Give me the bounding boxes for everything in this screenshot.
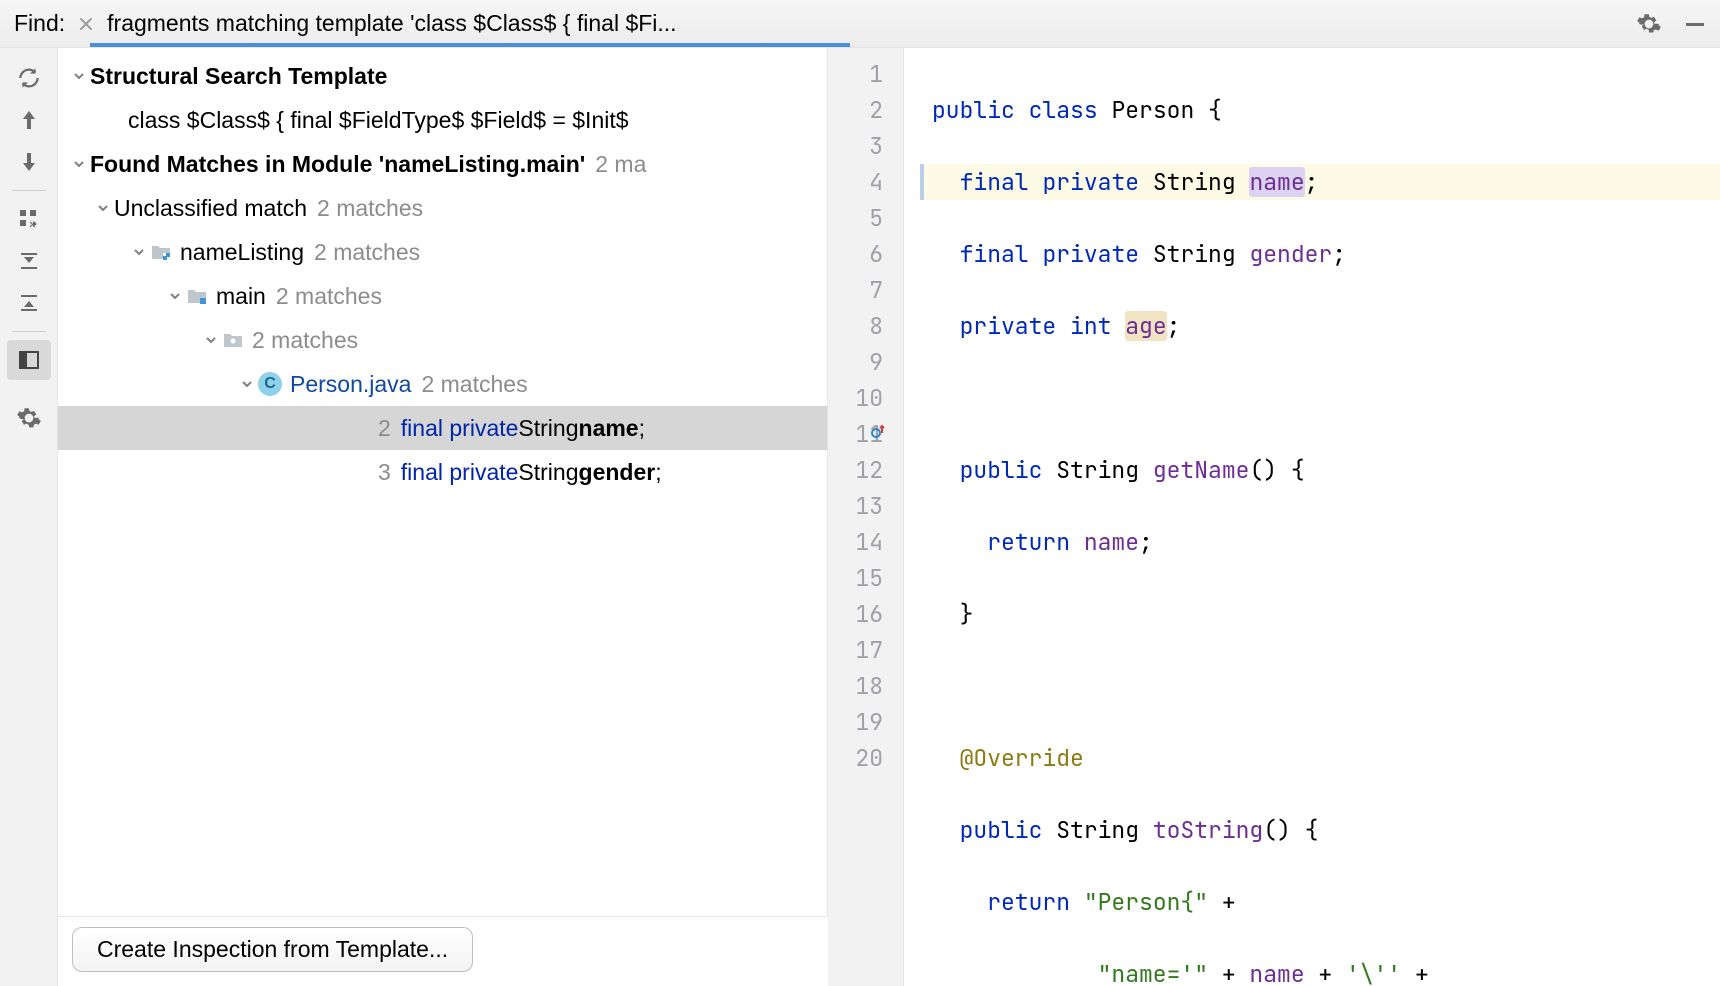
gutter-line[interactable]: 3 bbox=[836, 128, 883, 164]
gutter-line[interactable]: 6 bbox=[836, 236, 883, 272]
find-underline bbox=[90, 43, 850, 47]
match-keyword: final private bbox=[401, 459, 519, 486]
gear-icon[interactable] bbox=[1636, 11, 1662, 37]
match-keyword: final private bbox=[401, 415, 519, 442]
toolbar-separator bbox=[12, 190, 46, 191]
module-main-count: 2 matches bbox=[276, 283, 382, 310]
gutter-line[interactable]: 10 bbox=[836, 380, 883, 416]
found-header-label: Found Matches in Module 'nameListing.mai… bbox=[90, 151, 585, 178]
prev-match-button[interactable] bbox=[7, 100, 51, 140]
source-folder-icon bbox=[186, 285, 208, 307]
gutter-line[interactable]: 17 bbox=[836, 632, 883, 668]
group-by-button[interactable] bbox=[7, 199, 51, 239]
gutter-line[interactable]: 7 bbox=[836, 272, 883, 308]
chevron-down-icon[interactable] bbox=[200, 333, 222, 347]
gutter-line[interactable]: 2 bbox=[836, 92, 883, 128]
gutter-line[interactable]: 8 bbox=[836, 308, 883, 344]
package-row[interactable]: 2 matches bbox=[58, 318, 827, 362]
gutter-line[interactable]: 12 bbox=[836, 452, 883, 488]
template-body-text: class $Class$ { final $FieldType$ $Field… bbox=[128, 107, 629, 134]
match-mid: String bbox=[518, 459, 578, 486]
module-namelisting-label: nameListing bbox=[180, 239, 304, 266]
chevron-down-icon[interactable] bbox=[128, 245, 150, 259]
chevron-down-icon[interactable] bbox=[236, 377, 258, 391]
file-person-row[interactable]: C Person.java 2 matches bbox=[58, 362, 827, 406]
chevron-down-icon[interactable] bbox=[68, 157, 90, 171]
gutter-line[interactable]: 5 bbox=[836, 200, 883, 236]
match-lineno: 2 bbox=[378, 415, 391, 442]
gutter-line[interactable]: 4 bbox=[836, 164, 883, 200]
found-header-row[interactable]: Found Matches in Module 'nameListing.mai… bbox=[58, 142, 827, 186]
gutter-line[interactable]: 19 bbox=[836, 704, 883, 740]
unclassified-row[interactable]: Unclassified match 2 matches bbox=[58, 186, 827, 230]
gutter-line[interactable]: 11 bbox=[836, 416, 883, 452]
gutter-line[interactable]: 16 bbox=[836, 596, 883, 632]
module-main-label: main bbox=[216, 283, 266, 310]
found-header-count: 2 ma bbox=[595, 151, 646, 178]
template-header-row[interactable]: Structural Search Template bbox=[58, 54, 827, 98]
file-person-count: 2 matches bbox=[421, 371, 527, 398]
unclassified-count: 2 matches bbox=[317, 195, 423, 222]
match-identifier: gender bbox=[579, 459, 656, 486]
gutter-line[interactable]: 13 bbox=[836, 488, 883, 524]
create-inspection-button[interactable]: Create Inspection from Template... bbox=[72, 927, 473, 972]
module-namelisting-count: 2 matches bbox=[314, 239, 420, 266]
match-lineno: 3 bbox=[378, 459, 391, 486]
refresh-button[interactable] bbox=[7, 58, 51, 98]
results-tree: Structural Search Template class $Class$… bbox=[58, 48, 828, 916]
file-person-label: Person.java bbox=[290, 371, 411, 398]
find-bar: Find: fragments matching template 'class… bbox=[0, 0, 1720, 48]
match-row-name[interactable]: 2 final private String name ; bbox=[58, 406, 827, 450]
gutter-line[interactable]: 18 bbox=[836, 668, 883, 704]
gutter-line[interactable]: 20 bbox=[836, 740, 883, 776]
match-tail: ; bbox=[639, 415, 645, 442]
folder-icon bbox=[222, 329, 244, 351]
gutter-line[interactable]: 1 bbox=[836, 56, 883, 92]
match-identifier: name bbox=[579, 415, 639, 442]
module-main-row[interactable]: main 2 matches bbox=[58, 274, 827, 318]
match-mid: String bbox=[518, 415, 578, 442]
expand-all-button[interactable] bbox=[7, 241, 51, 281]
gutter-line[interactable]: 15 bbox=[836, 560, 883, 596]
minimize-icon[interactable] bbox=[1684, 13, 1706, 35]
module-namelisting-row[interactable]: nameListing 2 matches bbox=[58, 230, 827, 274]
chevron-down-icon[interactable] bbox=[164, 289, 186, 303]
code-area[interactable]: public class Person { final private Stri… bbox=[904, 48, 1720, 986]
find-query-text[interactable]: fragments matching template 'class $Clas… bbox=[107, 10, 1614, 37]
left-toolbar bbox=[0, 48, 58, 986]
settings-button[interactable] bbox=[7, 398, 51, 438]
template-body-row[interactable]: class $Class$ { final $FieldType$ $Field… bbox=[58, 98, 827, 142]
match-tail: ; bbox=[655, 459, 661, 486]
close-icon[interactable] bbox=[75, 17, 97, 31]
chevron-down-icon[interactable] bbox=[92, 201, 114, 215]
collapse-all-button[interactable] bbox=[7, 283, 51, 323]
code-preview: 1 2 3 4 5 6 7 8 9 10 11 12 13 14 15 bbox=[828, 48, 1720, 986]
toolbar-separator bbox=[12, 331, 46, 332]
module-icon bbox=[150, 241, 172, 263]
chevron-down-icon[interactable] bbox=[68, 69, 90, 83]
preview-toggle-button[interactable] bbox=[7, 340, 51, 380]
match-row-gender[interactable]: 3 final private String gender ; bbox=[58, 450, 827, 494]
override-up-icon[interactable] bbox=[871, 424, 885, 438]
unclassified-label: Unclassified match bbox=[114, 195, 307, 222]
class-icon: C bbox=[258, 372, 282, 396]
package-count: 2 matches bbox=[252, 327, 358, 354]
template-header-label: Structural Search Template bbox=[90, 63, 387, 90]
gutter: 1 2 3 4 5 6 7 8 9 10 11 12 13 14 15 bbox=[828, 48, 904, 986]
find-label: Find: bbox=[14, 10, 65, 37]
gutter-line[interactable]: 9 bbox=[836, 344, 883, 380]
next-match-button[interactable] bbox=[7, 142, 51, 182]
footer: Create Inspection from Template... bbox=[58, 916, 828, 986]
gutter-line[interactable]: 14 bbox=[836, 524, 883, 560]
